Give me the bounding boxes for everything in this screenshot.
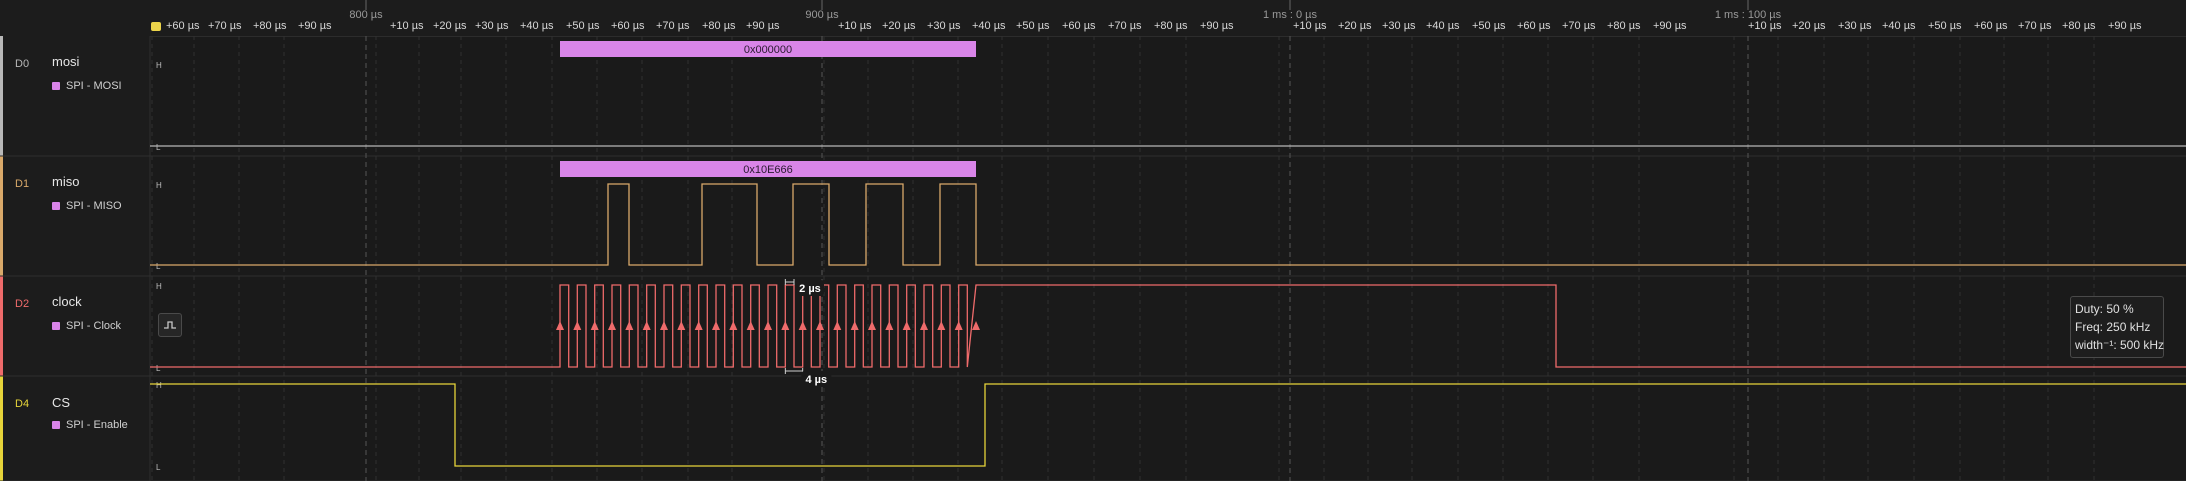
rising-edge-marker: [556, 321, 564, 330]
rising-edge-marker: [885, 321, 894, 330]
mosi-decoded-value: 0x000000: [744, 44, 792, 56]
rising-edge-marker: [850, 321, 859, 330]
rising-edge-marker: [902, 321, 911, 330]
rising-edge-marker: [608, 321, 616, 330]
low-level-label: L: [156, 262, 161, 271]
rising-edge-marker: [729, 321, 738, 330]
measure-width: width⁻¹: 500 kHz: [2075, 338, 2165, 352]
high-level-label: H: [156, 181, 162, 190]
period-measure-label: 4 µs: [806, 374, 828, 386]
width-measure-label: 2 µs: [799, 283, 821, 295]
rising-edge-marker: [798, 321, 807, 330]
rising-edge-marker: [954, 321, 963, 330]
high-level-label: H: [156, 61, 162, 70]
high-level-label: H: [156, 381, 162, 390]
rising-edge-marker: [746, 321, 755, 330]
measurement-tooltip: Duty: 50 % Freq: 250 kHz width⁻¹: 500 kH…: [2070, 296, 2164, 358]
rising-edge-marker: [642, 321, 651, 330]
rising-edge-marker: [625, 321, 634, 330]
rising-edge-marker: [937, 321, 946, 330]
low-level-label: L: [156, 143, 161, 152]
rising-edge-marker: [972, 321, 980, 330]
miso-waveform: [150, 183, 2186, 266]
waveform-area[interactable]: HLHLHLHL0x0000000x10E6662 µs4 µs: [0, 0, 2186, 481]
rising-edge-marker: [660, 321, 668, 330]
high-level-label: H: [156, 282, 162, 291]
rising-edge-marker: [573, 321, 582, 330]
rising-edge-marker: [712, 321, 720, 330]
rising-edge-marker: [694, 321, 703, 330]
low-level-label: L: [156, 463, 161, 472]
rising-edge-marker: [764, 321, 772, 330]
trigger-button[interactable]: [158, 313, 182, 337]
rising-edge-marker: [868, 321, 876, 330]
measure-duty: Duty: 50 %: [2075, 302, 2134, 316]
clock-waveform: [150, 284, 2186, 368]
measure-freq: Freq: 250 kHz: [2075, 320, 2151, 334]
miso-decoded-value: 0x10E666: [743, 164, 793, 176]
low-level-label: L: [156, 364, 161, 373]
rising-edge-marker: [781, 321, 790, 330]
rising-edge-marker: [833, 321, 842, 330]
rising-edge-marker: [920, 321, 928, 330]
rising-edge-marker: [816, 321, 824, 330]
trigger-edge-icon: [164, 321, 176, 329]
cs-waveform: [150, 383, 2186, 467]
rising-edge-marker: [677, 321, 686, 330]
